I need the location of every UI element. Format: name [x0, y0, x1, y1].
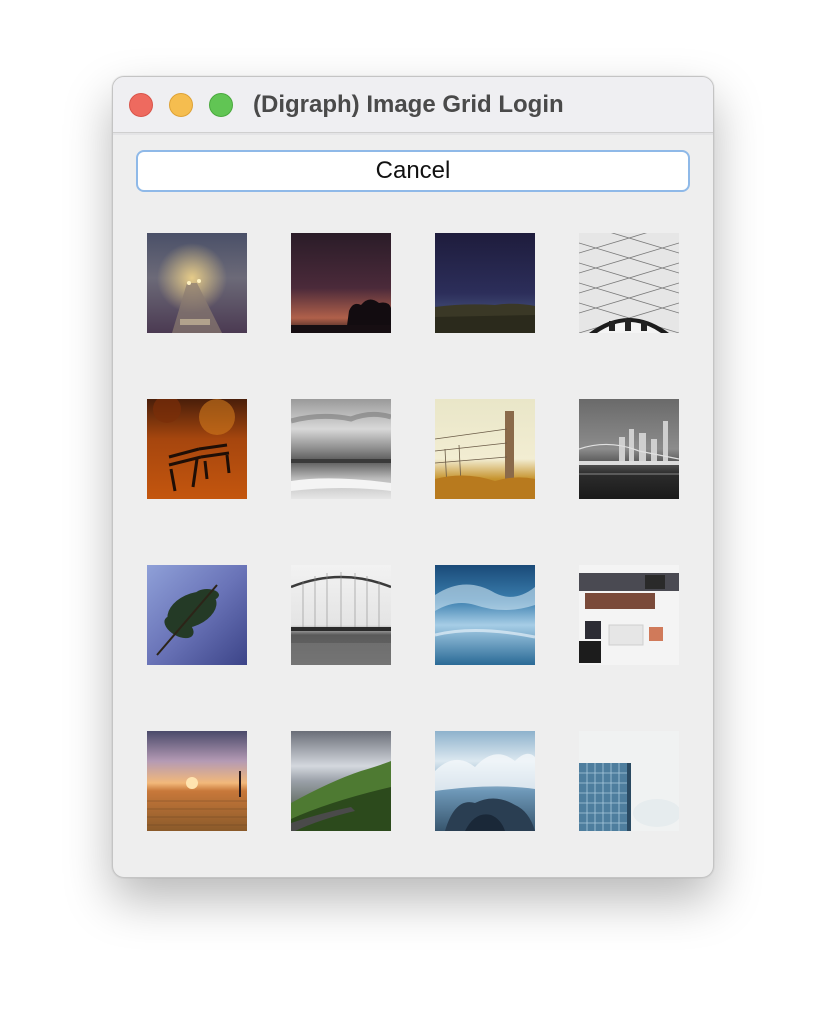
window-title: (Digraph) Image Grid Login	[253, 91, 564, 118]
photo-autumn-park-benches-image	[147, 399, 247, 499]
zoom-window-button[interactable]	[209, 93, 233, 117]
image-tile-15[interactable]	[435, 731, 535, 831]
photo-night-sky-horizon-image	[435, 233, 535, 333]
image-tile-9[interactable]	[147, 565, 247, 665]
title-bar: (Digraph) Image Grid Login	[113, 77, 713, 135]
image-tile-12[interactable]	[579, 565, 679, 665]
login-window: (Digraph) Image Grid Login Cancel	[112, 76, 714, 878]
image-tile-2[interactable]	[291, 233, 391, 333]
image-tile-13[interactable]	[147, 731, 247, 831]
image-tile-4[interactable]	[579, 233, 679, 333]
photo-glass-dome-ceiling-image	[579, 233, 679, 333]
photo-green-hills-road-image	[291, 731, 391, 831]
image-tile-7[interactable]	[435, 399, 535, 499]
image-tile-8[interactable]	[579, 399, 679, 499]
photo-bw-bridge-city-image	[579, 399, 679, 499]
photo-sunset-wheat-field-image	[147, 731, 247, 831]
image-tile-1[interactable]	[147, 233, 247, 333]
photo-arch-bridge-bw-image	[291, 565, 391, 665]
minimize-window-button[interactable]	[169, 93, 193, 117]
photo-blue-ocean-wave-image	[435, 565, 535, 665]
close-window-button[interactable]	[129, 93, 153, 117]
photo-dusk-silhouette-trees-image	[291, 233, 391, 333]
photo-wave-crash-rocks-image	[435, 731, 535, 831]
photo-bw-cloudy-sea-image	[291, 399, 391, 499]
image-tile-14[interactable]	[291, 731, 391, 831]
cancel-button[interactable]: Cancel	[136, 150, 690, 192]
photo-desk-flatlay-image	[579, 565, 679, 665]
image-tile-6[interactable]	[291, 399, 391, 499]
photo-foggy-road-night-image	[147, 233, 247, 333]
image-tile-3[interactable]	[435, 233, 535, 333]
image-tile-11[interactable]	[435, 565, 535, 665]
photo-pine-branch-blue-image	[147, 565, 247, 665]
photo-fence-post-field-image	[435, 399, 535, 499]
image-tile-16[interactable]	[579, 731, 679, 831]
photo-glass-building-haze-image	[579, 731, 679, 831]
image-tile-5[interactable]	[147, 399, 247, 499]
image-grid	[147, 233, 679, 831]
image-tile-10[interactable]	[291, 565, 391, 665]
